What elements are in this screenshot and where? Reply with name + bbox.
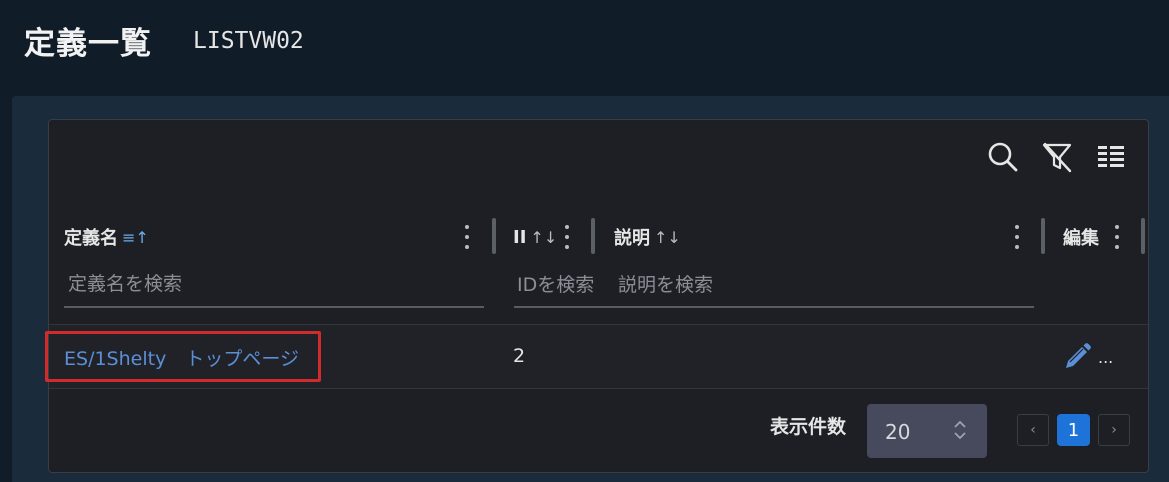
sort-asc-icon[interactable]: ≡↑	[122, 228, 149, 247]
column-menu-icon[interactable]	[1112, 222, 1122, 252]
chevron-up-down-icon	[954, 420, 966, 440]
column-header-id[interactable]: II ↑↓	[513, 224, 557, 250]
highlight-box	[45, 331, 321, 382]
column-resizer[interactable]	[492, 218, 496, 254]
filter-underline	[514, 306, 1034, 308]
chevron-left-icon: ‹	[1030, 422, 1036, 438]
column-menu-icon[interactable]	[1012, 222, 1022, 252]
page-size-value: 20	[885, 420, 911, 444]
page-size-label: 表示件数	[770, 416, 847, 438]
column-resizer[interactable]	[1041, 218, 1045, 254]
name-filter-input[interactable]	[64, 262, 484, 308]
filter-off-icon[interactable]	[1040, 140, 1074, 174]
next-page-button[interactable]: ›	[1098, 414, 1130, 446]
column-header-edit-label: 編集	[1063, 228, 1099, 249]
column-resizer[interactable]	[591, 218, 595, 254]
page-title: 定義一覧	[24, 26, 152, 62]
row-divider	[49, 388, 1148, 389]
column-resizer[interactable]	[1141, 218, 1145, 254]
column-menu-icon[interactable]	[462, 222, 472, 252]
description-filter-input[interactable]	[614, 262, 1034, 308]
column-header-id-label: II	[513, 226, 527, 248]
page-code: LISTVW02	[193, 28, 304, 54]
page-header: 定義一覧 LISTVW02	[0, 0, 1169, 90]
id-cell: 2	[513, 345, 526, 367]
search-icon[interactable]	[986, 140, 1020, 174]
chevron-right-icon: ›	[1111, 422, 1117, 438]
more-text: ...	[1098, 348, 1114, 367]
pencil-icon[interactable]	[1062, 342, 1092, 372]
column-header-name[interactable]: 定義名 ≡↑	[64, 224, 149, 250]
page-size-select[interactable]: 20	[867, 404, 987, 458]
column-menu-icon[interactable]	[562, 222, 572, 252]
column-header-name-label: 定義名	[64, 228, 118, 249]
prev-page-button[interactable]: ‹	[1017, 414, 1049, 446]
sort-icon[interactable]: ↑↓	[654, 228, 681, 247]
column-header-description[interactable]: 説明 ↑↓	[614, 224, 681, 250]
column-header-description-label: 説明	[614, 228, 650, 249]
sort-icon[interactable]: ↑↓	[530, 228, 557, 247]
id-filter-input[interactable]	[513, 262, 610, 308]
column-header-edit: 編集	[1063, 224, 1099, 250]
page-button-current[interactable]: 1	[1057, 414, 1090, 446]
columns-icon[interactable]	[1094, 140, 1128, 174]
